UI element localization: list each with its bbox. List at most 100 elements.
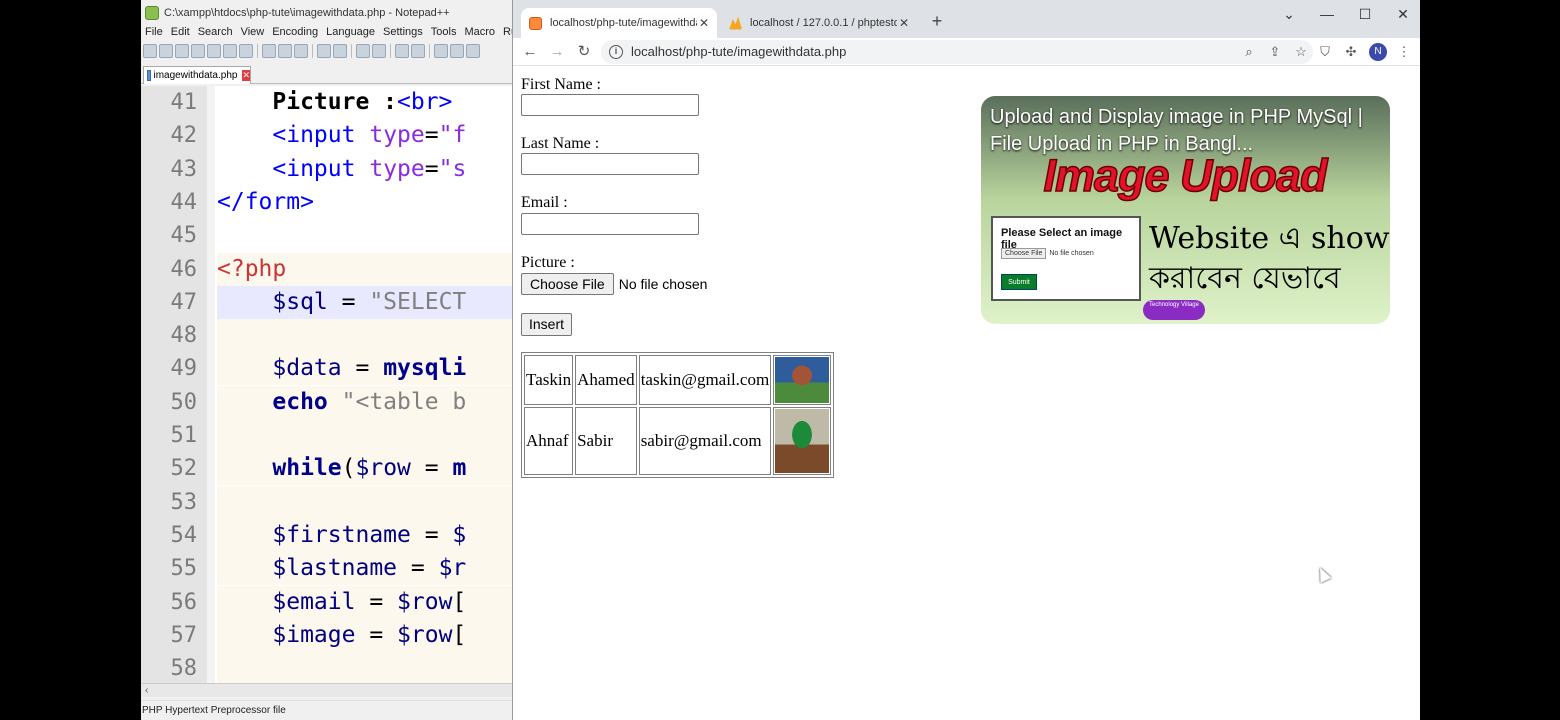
close-tab-icon[interactable]: ✕ xyxy=(697,16,711,30)
print-icon[interactable] xyxy=(239,44,253,58)
address-bar[interactable]: i localhost/php-tute/imagewithdata.php ⌕… xyxy=(601,40,1313,64)
screen: C:\xampp\htdocs\php-tute\imagewithdata.p… xyxy=(0,0,1560,720)
code-line[interactable]: echo "<table b xyxy=(217,385,512,419)
extensions-puzzle-icon[interactable]: ✣ xyxy=(1342,43,1360,61)
menu-file[interactable]: File xyxy=(145,26,163,42)
shield-extension-icon[interactable]: ⛉ xyxy=(1316,43,1334,61)
browser-tab-phpmyadmin[interactable]: localhost / 127.0.0.1 / phptestdb ✕ xyxy=(721,8,917,38)
sync-horizontal-icon[interactable] xyxy=(450,44,464,58)
code-line[interactable]: <?php xyxy=(217,252,512,286)
share-icon[interactable]: ⇪ xyxy=(1267,44,1283,60)
line-number: 41 xyxy=(170,90,198,115)
save-icon[interactable] xyxy=(175,44,189,58)
menu-edit[interactable]: Edit xyxy=(171,26,190,42)
menu-settings[interactable]: Settings xyxy=(383,26,423,42)
code-line[interactable]: $sql = "SELECT xyxy=(217,285,512,319)
close-tab-icon[interactable]: ✕ xyxy=(897,16,911,30)
choose-file-button[interactable]: Choose File xyxy=(521,273,614,295)
email-label: Email : xyxy=(521,194,568,211)
youtube-video-thumbnail[interactable]: Upload and Display image in PHP MySql | … xyxy=(981,96,1390,324)
copy-icon[interactable] xyxy=(278,44,292,58)
code-line[interactable]: $email = $row[ xyxy=(217,585,512,619)
code-line[interactable]: while($row = m xyxy=(217,452,512,486)
records-table: Taskin Ahamed taskin@gmail.com Ahnaf Sabir sa… xyxy=(521,352,835,478)
close-window-button[interactable]: ✕ xyxy=(1390,4,1416,24)
code-line[interactable]: <input type="s xyxy=(217,153,512,186)
notepad-statusbar: PHP Hypertext Preprocessor file xyxy=(141,700,512,720)
line-number: 58 xyxy=(170,656,198,682)
line-number: 52 xyxy=(170,456,198,482)
menu-tools[interactable]: Tools xyxy=(431,26,457,42)
thumbnail-choose-file: Choose File xyxy=(1001,248,1047,259)
code-line[interactable]: $lastname = $r xyxy=(217,552,512,586)
toolbar-divider xyxy=(351,44,352,58)
code-line[interactable]: $data = mysqli xyxy=(217,352,512,386)
paste-icon[interactable] xyxy=(294,44,308,58)
save-all-icon[interactable] xyxy=(191,44,205,58)
code-line[interactable]: Picture :<br> xyxy=(217,86,512,119)
code-line[interactable] xyxy=(217,485,512,519)
thumbnail-no-file: No file chosen xyxy=(1049,250,1094,257)
code-line[interactable]: </form> xyxy=(217,186,512,219)
email-input[interactable] xyxy=(521,213,699,235)
code-editor[interactable]: 41 42 43 44 45 46 47 48 49 50 51 52 53 54 55 56 57 58 Pic… xyxy=(141,86,512,683)
new-file-icon[interactable] xyxy=(143,44,157,58)
last-name-input[interactable] xyxy=(521,153,699,175)
code-token: <input xyxy=(272,122,356,149)
insert-button[interactable]: Insert xyxy=(521,313,573,336)
notepad-tabbar: imagewithdata.php ✕ xyxy=(141,64,512,84)
line-number: 43 xyxy=(170,156,198,182)
word-wrap-icon[interactable] xyxy=(466,44,480,58)
thumbnail-headline: Image Upload xyxy=(1043,149,1329,202)
menu-macro[interactable]: Macro xyxy=(464,26,495,42)
notepad-file-tab[interactable]: imagewithdata.php ✕ xyxy=(143,66,251,84)
code-token: $row xyxy=(397,588,453,615)
menu-view[interactable]: View xyxy=(241,26,265,42)
cut-icon[interactable] xyxy=(262,44,276,58)
menu-encoding[interactable]: Encoding xyxy=(272,26,318,42)
maximize-button[interactable]: ☐ xyxy=(1352,4,1378,24)
code-token: $firstname xyxy=(272,521,411,548)
menu-language[interactable]: Language xyxy=(326,26,375,42)
replace-icon[interactable] xyxy=(372,44,386,58)
close-all-icon[interactable] xyxy=(223,44,237,58)
code-line[interactable] xyxy=(217,319,512,353)
reload-icon[interactable]: ↻ xyxy=(573,41,595,63)
more-menu-icon[interactable]: ⋮ xyxy=(1395,43,1413,61)
zoom-in-icon[interactable] xyxy=(395,44,409,58)
bookmark-star-icon[interactable]: ☆ xyxy=(1293,44,1309,60)
cell-last: Ahamed xyxy=(575,355,637,405)
code-line[interactable] xyxy=(217,419,512,452)
new-tab-button[interactable]: + xyxy=(927,11,947,31)
zoom-icon[interactable]: ⌕ xyxy=(1241,44,1257,60)
redo-icon[interactable] xyxy=(333,44,347,58)
browser-tab-title: localhost / 127.0.0.1 / phptestdb xyxy=(750,17,897,29)
menu-run[interactable]: Run xyxy=(503,26,512,42)
browser-tab-active[interactable]: localhost/php-tute/imagewithda ✕ xyxy=(521,8,717,38)
undo-icon[interactable] xyxy=(317,44,331,58)
code-line[interactable]: $firstname = $ xyxy=(217,518,512,552)
code-area[interactable]: Picture :<br> <input type="f <input type… xyxy=(217,86,512,683)
forward-icon[interactable]: → xyxy=(546,41,568,63)
code-line[interactable] xyxy=(217,652,512,683)
minimize-button[interactable]: — xyxy=(1314,4,1340,24)
horizontal-scrollbar[interactable]: ‹ xyxy=(141,683,512,697)
code-line[interactable] xyxy=(217,219,512,252)
close-file-icon[interactable] xyxy=(207,44,221,58)
sync-vertical-icon[interactable] xyxy=(434,44,448,58)
code-line[interactable]: $image = $row[ xyxy=(217,618,512,652)
profile-avatar[interactable]: N xyxy=(1369,43,1387,61)
first-name-input[interactable] xyxy=(521,94,699,116)
tab-search-icon[interactable]: ⌄ xyxy=(1276,4,1302,24)
back-icon[interactable]: ← xyxy=(519,41,541,63)
close-tab-icon[interactable]: ✕ xyxy=(242,70,250,81)
last-name-label: Last Name : xyxy=(521,135,600,152)
open-file-icon[interactable] xyxy=(159,44,173,58)
zoom-out-icon[interactable] xyxy=(411,44,425,58)
menu-search[interactable]: Search xyxy=(198,26,233,42)
line-number: 53 xyxy=(170,489,198,515)
find-icon[interactable] xyxy=(356,44,370,58)
code-line[interactable]: <input type="f xyxy=(217,119,512,152)
site-info-icon[interactable]: i xyxy=(609,45,623,59)
line-number: 54 xyxy=(170,522,198,548)
